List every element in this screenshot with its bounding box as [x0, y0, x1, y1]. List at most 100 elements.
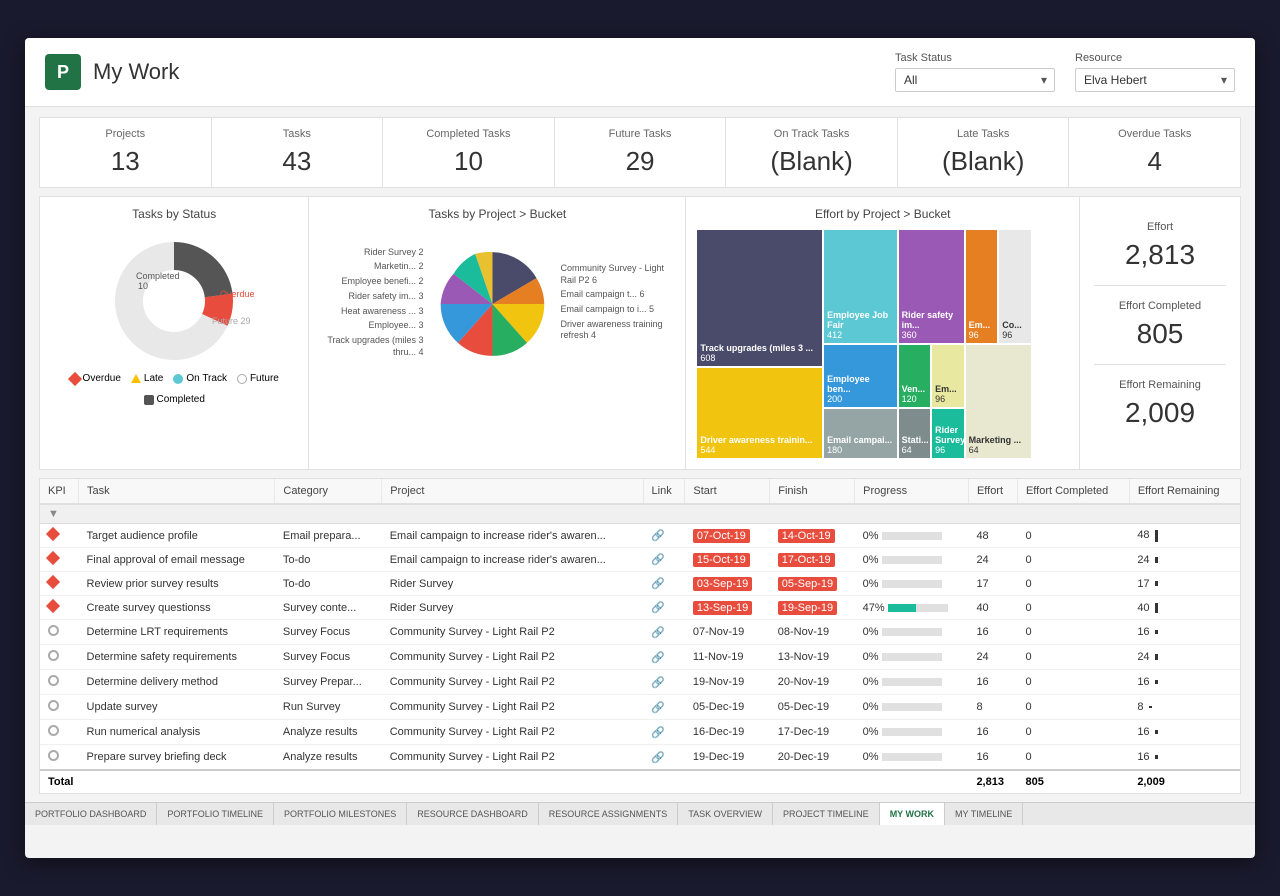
effort-completed-cell: 0 — [1017, 720, 1129, 745]
table-area: KPI Task Category Project Link Start Fin… — [39, 478, 1241, 794]
table-row: Create survey questionssSurvey conte...R… — [40, 596, 1240, 620]
kpi-cell — [40, 620, 79, 645]
link-icon[interactable]: 🔗 — [651, 578, 665, 590]
effort-remaining-cell: 40 — [1129, 596, 1240, 620]
bottom-tab-0[interactable]: PORTFOLIO DASHBOARD — [25, 803, 157, 825]
task-cell: Determine delivery method — [79, 670, 275, 695]
kpi-label-3: Future Tasks — [567, 128, 714, 140]
tasks-by-status-panel: Tasks by Status Completed 10 Overdue 4 F… — [40, 197, 309, 469]
kpi-card-1: Tasks43 — [212, 118, 384, 187]
effort-cell: 17 — [968, 572, 1017, 596]
pie-label-left: Heat awareness ... 3 — [319, 306, 423, 318]
col-category: Category — [275, 479, 382, 504]
category-cell: Survey conte... — [275, 596, 382, 620]
link-cell: 🔗 — [643, 524, 685, 548]
svg-text:Overdue 4: Overdue 4 — [220, 289, 254, 299]
effort-bar-icon — [1155, 730, 1158, 734]
bottom-tab-8[interactable]: MY TIMELINE — [945, 803, 1023, 825]
link-cell: 🔗 — [643, 596, 685, 620]
finish-cell: 05-Dec-19 — [770, 695, 855, 720]
effort-bar-icon — [1155, 680, 1158, 684]
link-icon[interactable]: 🔗 — [651, 602, 665, 614]
kpi-value-2: 10 — [395, 146, 542, 177]
ontrack-icon — [173, 374, 183, 384]
col-link: Link — [643, 479, 685, 504]
bottom-tab-5[interactable]: TASK OVERVIEW — [678, 803, 773, 825]
category-cell: Email prepara... — [275, 524, 382, 548]
bottom-tab-3[interactable]: RESOURCE DASHBOARD — [407, 803, 539, 825]
progress-cell: 0% — [855, 670, 969, 695]
effort-completed-section: Effort Completed 805 — [1094, 286, 1226, 365]
bottom-tab-4[interactable]: RESOURCE ASSIGNMENTS — [539, 803, 679, 825]
kpi-diamond-icon — [46, 575, 60, 589]
kpi-value-3: 29 — [567, 146, 714, 177]
progress-bar — [882, 532, 942, 540]
progress-cell: 0% — [855, 695, 969, 720]
effort-cell: 24 — [968, 645, 1017, 670]
tasks-table: KPI Task Category Project Link Start Fin… — [40, 479, 1240, 793]
kpi-row: Projects13Tasks43Completed Tasks10Future… — [39, 117, 1241, 188]
link-icon[interactable]: 🔗 — [651, 677, 665, 689]
resource-select-wrapper[interactable]: Elva Hebert — [1075, 68, 1235, 92]
link-icon[interactable]: 🔗 — [651, 554, 665, 566]
link-cell: 🔗 — [643, 745, 685, 771]
kpi-label-2: Completed Tasks — [395, 128, 542, 140]
treemap: Track upgrades (miles 3 ...608Employee J… — [696, 229, 1069, 459]
bottom-tab-1[interactable]: PORTFOLIO TIMELINE — [157, 803, 274, 825]
treemap-cell-9: Email campai...180 — [823, 408, 898, 459]
bottom-tab-6[interactable]: PROJECT TIMELINE — [773, 803, 880, 825]
completed-icon — [144, 395, 154, 405]
task-cell: Review prior survey results — [79, 572, 275, 596]
pie-label-left: Marketin... 2 — [319, 261, 423, 273]
kpi-card-6: Overdue Tasks4 — [1069, 118, 1240, 187]
category-cell: To-do — [275, 572, 382, 596]
task-cell: Determine LRT requirements — [79, 620, 275, 645]
kpi-value-1: 43 — [224, 146, 371, 177]
col-effort-remaining: Effort Remaining — [1129, 479, 1240, 504]
start-cell: 07-Oct-19 — [685, 524, 770, 548]
progress-cell: 0% — [855, 524, 969, 548]
task-cell: Target audience profile — [79, 524, 275, 548]
effort-bar-icon — [1155, 557, 1158, 563]
table-row: Target audience profileEmail prepara...E… — [40, 524, 1240, 548]
resource-select[interactable]: Elva Hebert — [1075, 68, 1235, 92]
effort-completed-cell: 0 — [1017, 548, 1129, 572]
bottom-tab-7[interactable]: MY WORK — [880, 803, 945, 825]
link-icon[interactable]: 🔗 — [651, 627, 665, 639]
effort-completed-cell: 0 — [1017, 572, 1129, 596]
progress-cell: 0% — [855, 572, 969, 596]
finish-cell: 20-Nov-19 — [770, 670, 855, 695]
kpi-circle-icon — [48, 725, 59, 736]
link-icon[interactable]: 🔗 — [651, 752, 665, 764]
treemap-cell-0: Track upgrades (miles 3 ...608 — [696, 229, 823, 367]
link-icon[interactable]: 🔗 — [651, 702, 665, 714]
kpi-diamond-icon — [46, 527, 60, 541]
tasks-by-status-title: Tasks by Status — [50, 207, 298, 221]
kpi-card-3: Future Tasks 29 — [555, 118, 727, 187]
task-status-select[interactable]: All — [895, 68, 1055, 92]
filter-row: ▼ — [40, 504, 1240, 524]
effort-bar-icon — [1155, 603, 1158, 613]
kpi-cell — [40, 524, 79, 548]
legend-future: Future — [237, 373, 279, 384]
effort-remaining-cell: 16 — [1129, 670, 1240, 695]
link-icon[interactable]: 🔗 — [651, 530, 665, 542]
bottom-tab-2[interactable]: PORTFOLIO MILESTONES — [274, 803, 407, 825]
kpi-cell — [40, 572, 79, 596]
effort-cell: 16 — [968, 720, 1017, 745]
effort-remaining-cell: 16 — [1129, 620, 1240, 645]
link-icon[interactable]: 🔗 — [651, 652, 665, 664]
effort-cell: 48 — [968, 524, 1017, 548]
link-icon[interactable]: 🔗 — [651, 727, 665, 739]
table-row: Prepare survey briefing deckAnalyze resu… — [40, 745, 1240, 771]
task-cell: Final approval of email message — [79, 548, 275, 572]
effort-total-label: Effort — [1094, 221, 1226, 233]
kpi-circle-icon — [48, 625, 59, 636]
pie-label-left: Rider Survey 2 — [319, 247, 423, 259]
task-status-select-wrapper[interactable]: All — [895, 68, 1055, 92]
treemap-cell-8: Em...96 — [931, 344, 965, 408]
start-cell: 11-Nov-19 — [685, 645, 770, 670]
treemap-cell-2: Rider safety im...360 — [898, 229, 965, 344]
category-cell: Analyze results — [275, 745, 382, 771]
start-cell: 07-Nov-19 — [685, 620, 770, 645]
